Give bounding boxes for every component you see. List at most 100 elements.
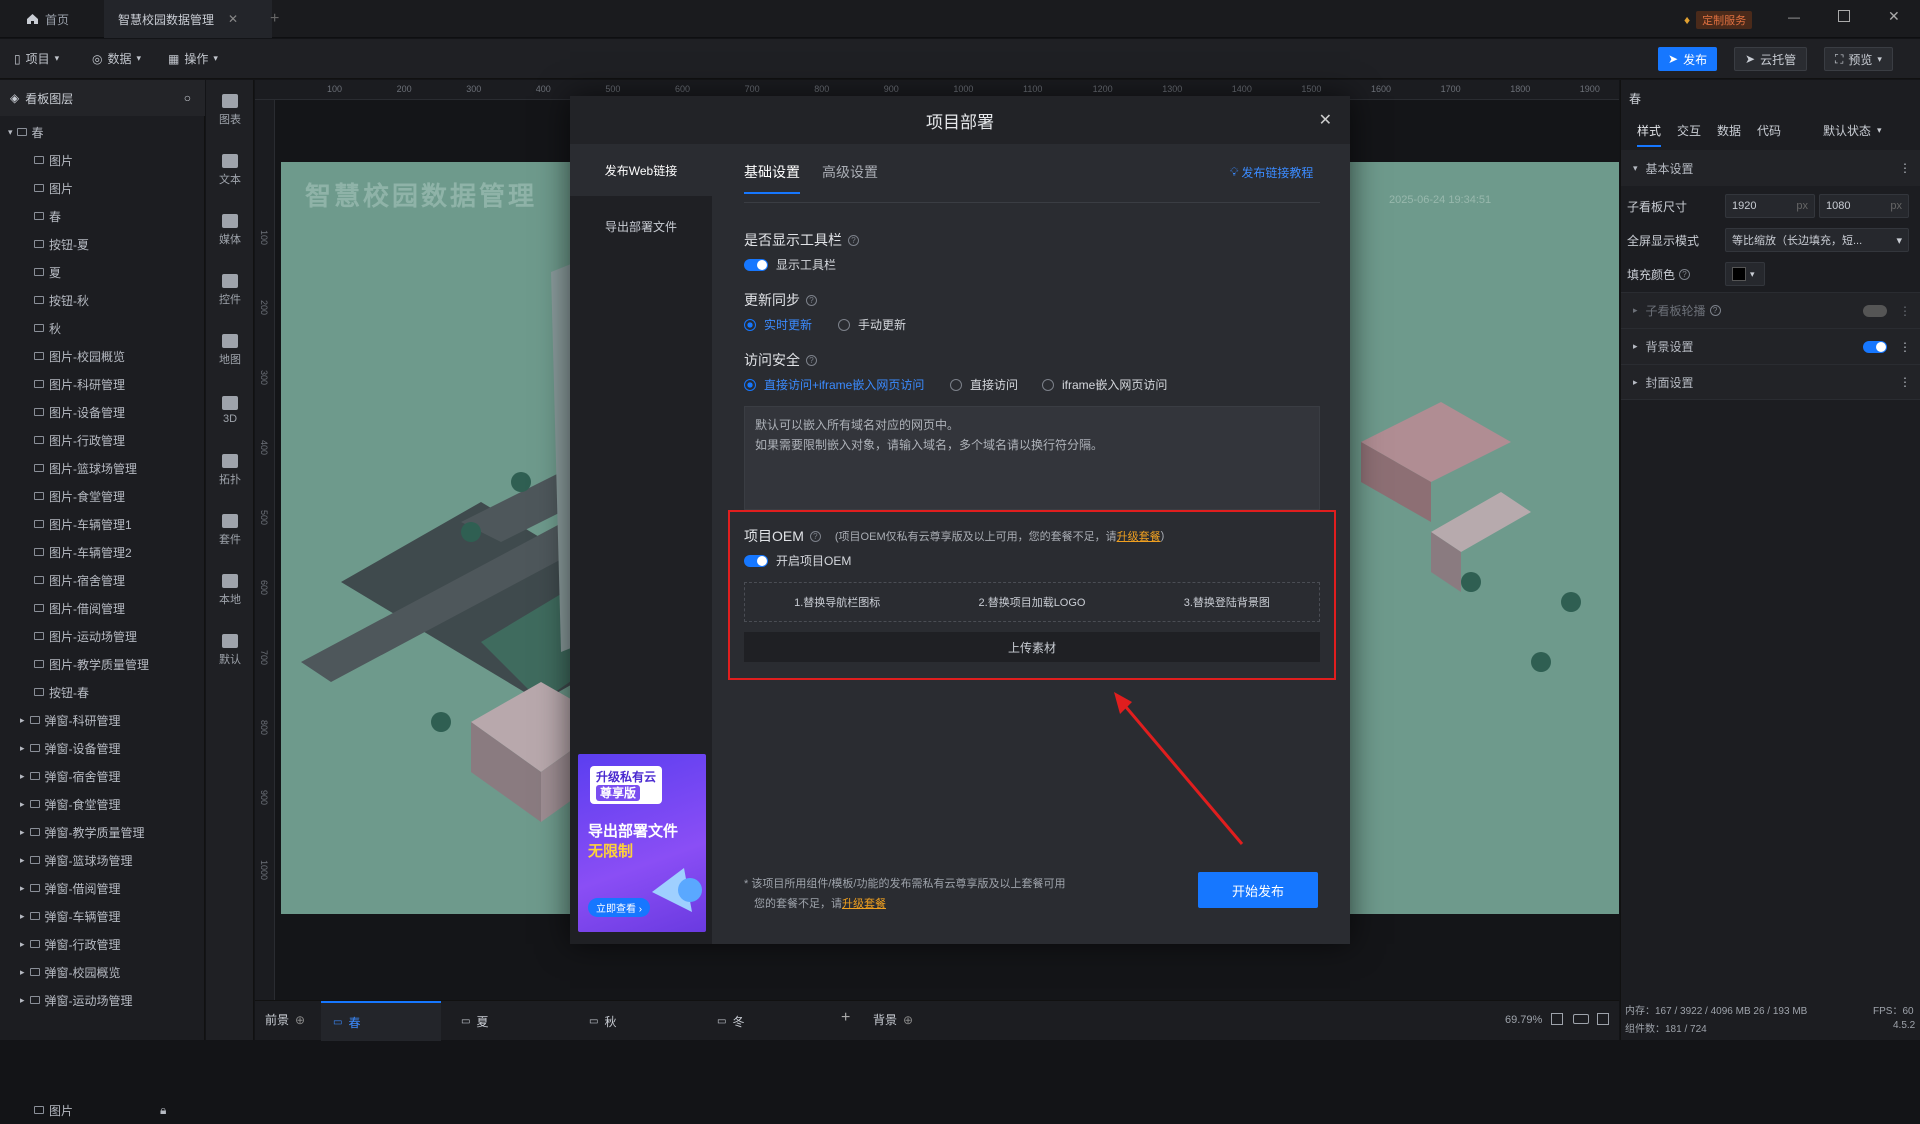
security-iframe-option[interactable]: iframe嵌入网页访问 <box>1042 376 1167 393</box>
domain-textarea[interactable]: 默认可以嵌入所有域名对应的网页中。 如果需要限制嵌入对象，请输入域名，多个域名请… <box>744 406 1320 510</box>
toolbar-toggle-row[interactable]: 显示工具栏 <box>744 256 836 273</box>
security-direct-option[interactable]: 直接访问 <box>950 376 1018 393</box>
oem-toggle-row[interactable]: 开启项目OEM <box>744 552 851 569</box>
layer-group[interactable]: ▸ 弹窗-教学质量管理 <box>0 818 205 846</box>
sync-manual-option[interactable]: 手动更新 <box>838 316 906 333</box>
radio-both[interactable] <box>744 378 756 391</box>
start-publish-button[interactable]: 开始发布 <box>1198 872 1318 908</box>
cloud-host-button[interactable]: ➤ 云托管 <box>1734 47 1808 71</box>
property-tab[interactable]: 数据 <box>1717 122 1741 139</box>
layer-group[interactable]: ▸ 弹窗-科研管理 <box>0 706 205 734</box>
tab-project[interactable]: 智慧校园数据管理 ✕ <box>104 0 272 38</box>
layer-item[interactable]: 图片-科研管理 <box>0 370 205 398</box>
layer-group[interactable]: ▸ 弹窗-行政管理 <box>0 930 205 958</box>
layer-item[interactable]: 图片-宿舍管理 <box>0 566 205 594</box>
component-local[interactable]: 本地 <box>206 560 254 620</box>
custom-service-button[interactable]: ♦ 定制服务 <box>1684 11 1753 29</box>
layer-item[interactable]: 春 <box>0 202 205 230</box>
layer-item[interactable]: 按钮-秋 <box>0 286 205 314</box>
layer-item[interactable]: 图片 <box>0 146 205 174</box>
layer-item[interactable]: 按钮-夏 <box>0 230 205 258</box>
zoom-level[interactable]: 69.79% <box>1505 1014 1542 1026</box>
page-tab[interactable]: ▭ 春 <box>321 1001 441 1041</box>
layer-last-item[interactable]: 图片 🔒︎ <box>0 1096 205 1124</box>
layer-item[interactable]: 秋 <box>0 314 205 342</box>
bg-settings-section[interactable]: ▸ 背景设置 ⋮ <box>1621 328 1920 364</box>
cover-settings-section[interactable]: ▸ 封面设置 ⋮ <box>1621 364 1920 400</box>
layer-group[interactable]: ▸ 弹窗-借阅管理 <box>0 874 205 902</box>
oem-step-2[interactable]: 2.替换项目加载LOGO <box>979 594 1086 610</box>
component-media[interactable]: 媒体 <box>206 200 254 260</box>
upload-button[interactable]: 上传素材 <box>744 632 1320 662</box>
oem-step-1[interactable]: 1.替换导航栏图标 <box>794 594 880 610</box>
maximize-icon[interactable] <box>1838 10 1850 22</box>
menu-operate[interactable]: ▦ 操作 ▾ <box>168 50 218 67</box>
add-page-icon[interactable]: + <box>841 1009 850 1027</box>
plus-icon[interactable]: + <box>270 10 279 28</box>
fit-screen-icon[interactable] <box>1551 1013 1563 1025</box>
more-icon[interactable]: ⋮ <box>1899 304 1911 318</box>
layer-item[interactable]: 图片-校园概览 <box>0 342 205 370</box>
layer-item[interactable]: 按钮-春 <box>0 678 205 706</box>
fullscreen-select[interactable]: 等比缩放（长边填充，短... ▾ <box>1725 228 1909 252</box>
layer-group[interactable]: ▸ 弹窗-运动场管理 <box>0 986 205 1014</box>
more-icon[interactable]: ⋮ <box>1899 375 1911 389</box>
layer-item[interactable]: 图片-运动场管理 <box>0 622 205 650</box>
layer-group[interactable]: ▸ 弹窗-校园概览 <box>0 958 205 986</box>
oem-step-3[interactable]: 3.替换登陆背景图 <box>1184 594 1270 610</box>
fill-color-picker[interactable]: ▾ <box>1725 262 1765 286</box>
radio-iframe[interactable] <box>1042 378 1054 391</box>
width-input[interactable]: 1920 px <box>1725 194 1815 218</box>
sync-realtime-option[interactable]: 实时更新 <box>744 316 812 333</box>
layer-item[interactable]: 图片-行政管理 <box>0 426 205 454</box>
add-circle-icon[interactable]: ⊕ <box>903 1013 913 1027</box>
layer-root[interactable]: ▾ 春 <box>0 118 205 146</box>
close-icon[interactable]: ✕ <box>1319 110 1332 130</box>
layer-group[interactable]: ▸ 弹窗-食堂管理 <box>0 790 205 818</box>
page-tab[interactable]: ▭ 夏 <box>449 1001 569 1041</box>
layer-group[interactable]: ▸ 弹窗-车辆管理 <box>0 902 205 930</box>
layer-item[interactable]: 图片 <box>0 174 205 202</box>
state-select[interactable]: 默认状态 ▾ <box>1823 122 1882 139</box>
layer-group[interactable]: ▸ 弹窗-宿舍管理 <box>0 762 205 790</box>
layer-group[interactable]: ▸ 弹窗-设备管理 <box>0 734 205 762</box>
oem-upgrade-link[interactable]: 升级套餐 <box>1117 528 1161 544</box>
page-tab[interactable]: ▭ 冬 <box>705 1001 825 1041</box>
page-tab[interactable]: ▭ 秋 <box>577 1001 697 1041</box>
lock-icon[interactable]: 🔒︎ <box>160 1103 166 1118</box>
more-icon[interactable]: ⋮ <box>1899 161 1911 175</box>
publish-button[interactable]: ➤ 发布 <box>1658 47 1718 71</box>
search-icon[interactable]: ○ <box>184 91 191 105</box>
bg-settings-toggle[interactable] <box>1863 340 1887 353</box>
property-tab[interactable]: 代码 <box>1757 122 1781 139</box>
height-input[interactable]: 1080 px <box>1819 194 1909 218</box>
component-3d[interactable]: 3D <box>206 380 254 440</box>
tab-advanced[interactable]: 高级设置 <box>822 162 878 194</box>
layer-item[interactable]: 图片-篮球场管理 <box>0 454 205 482</box>
terminal-icon[interactable] <box>1597 1013 1609 1025</box>
background-button[interactable]: 背景 ⊕ <box>873 1011 913 1028</box>
component-kit[interactable]: 套件 <box>206 500 254 560</box>
component-map[interactable]: 地图 <box>206 320 254 380</box>
tab-home[interactable]: 首页 <box>12 0 83 38</box>
component-text[interactable]: 文本 <box>206 140 254 200</box>
radio-manual[interactable] <box>838 318 850 331</box>
layer-item[interactable]: 图片-车辆管理2 <box>0 538 205 566</box>
basic-settings-section[interactable]: ▾ 基本设置 ⋮ <box>1621 150 1920 186</box>
layer-item[interactable]: 图片-设备管理 <box>0 398 205 426</box>
layer-item[interactable]: 图片-车辆管理1 <box>0 510 205 538</box>
menu-project[interactable]: ▯ 项目 ▾ <box>14 50 59 67</box>
preview-button[interactable]: ⛶ 预览 ▾ <box>1824 47 1893 71</box>
close-tab-icon[interactable]: ✕ <box>228 12 238 26</box>
side-publish-web[interactable]: 发布Web链接 <box>570 144 712 196</box>
tutorial-link[interactable]: 💡︎ 发布链接教程 <box>1230 164 1313 181</box>
property-tab[interactable]: 交互 <box>1677 122 1701 139</box>
layer-item[interactable]: 图片-食堂管理 <box>0 482 205 510</box>
toolbar-toggle[interactable] <box>744 258 768 271</box>
oem-toggle[interactable] <box>744 554 768 567</box>
security-both-option[interactable]: 直接访问+iframe嵌入网页访问 <box>744 376 924 393</box>
more-icon[interactable]: ⋮ <box>1899 340 1911 354</box>
tab-basic[interactable]: 基础设置 <box>744 162 800 194</box>
close-window-icon[interactable]: ✕ <box>1888 8 1900 25</box>
component-default[interactable]: 默认 <box>206 620 254 680</box>
